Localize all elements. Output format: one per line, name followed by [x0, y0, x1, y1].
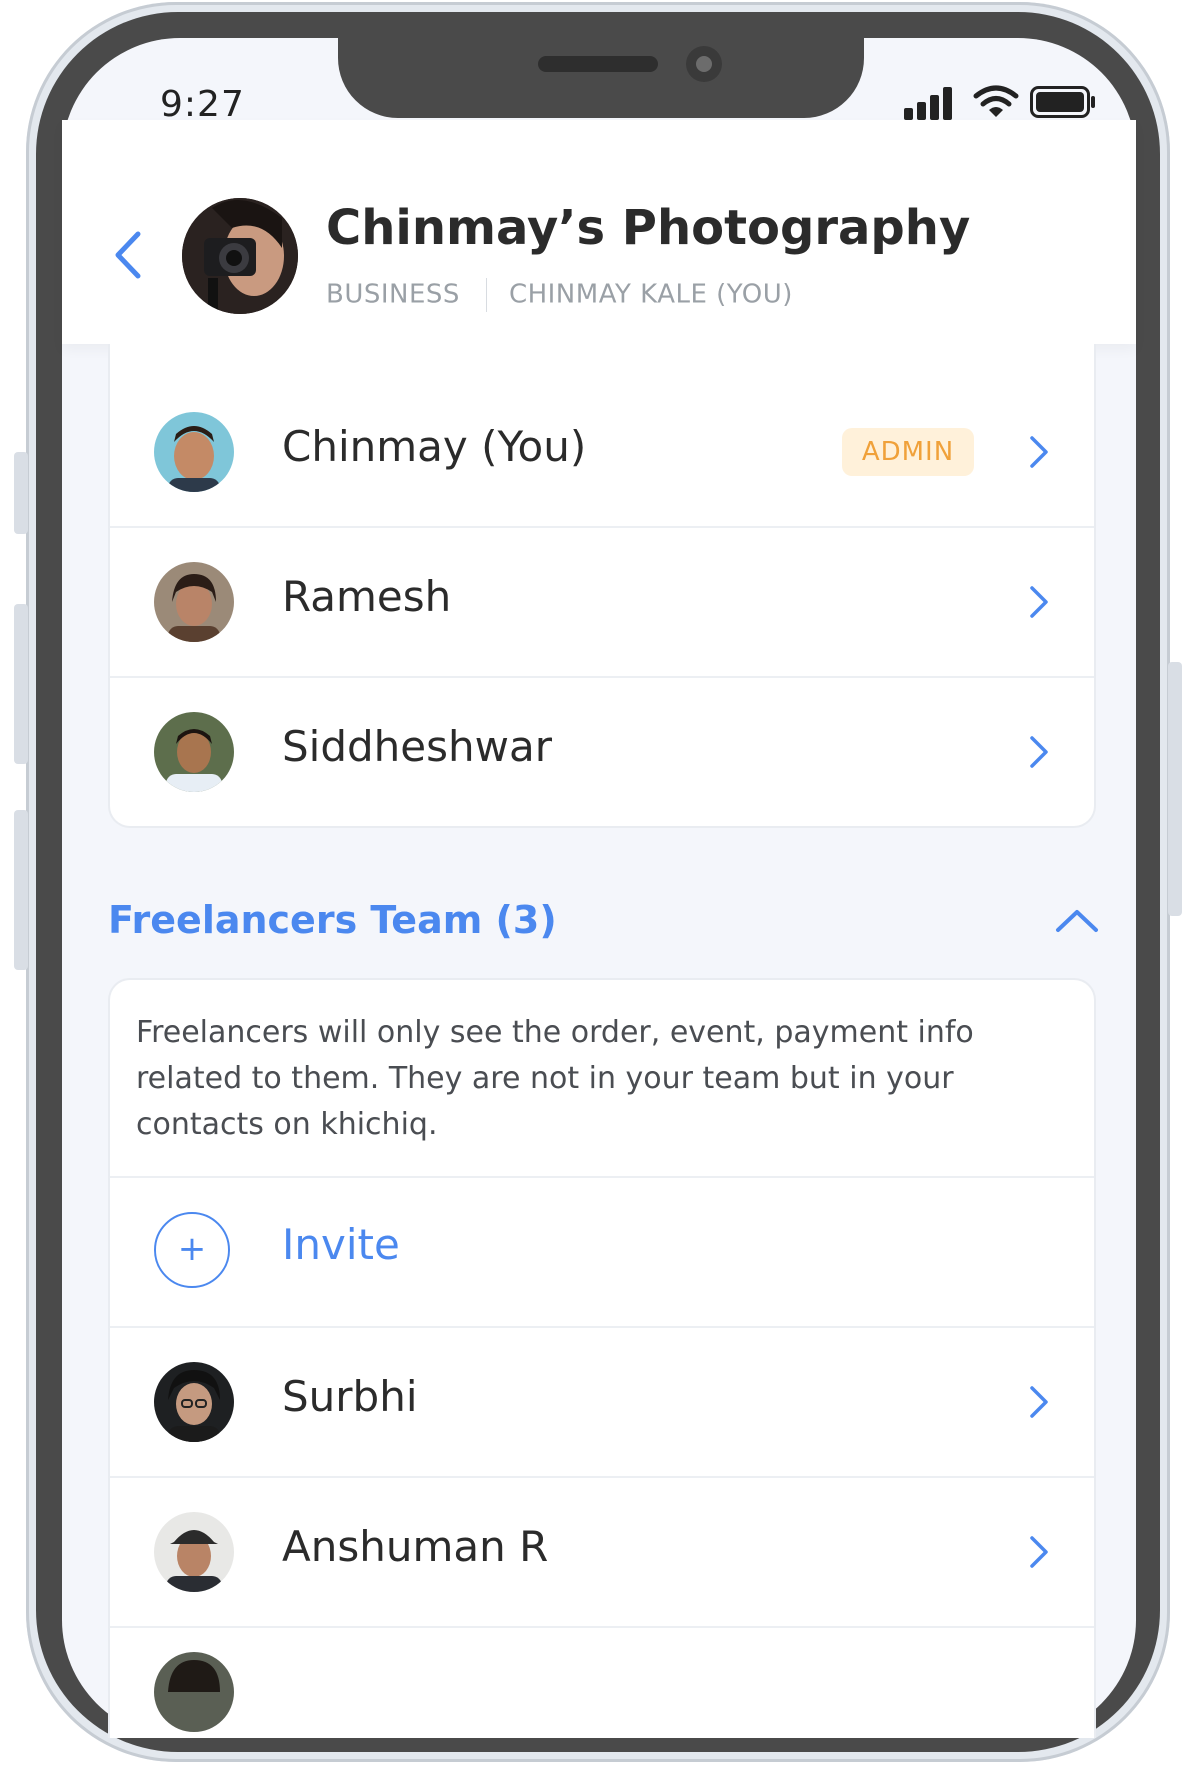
- invite-row[interactable]: + Invite: [110, 1176, 1094, 1328]
- invite-label: Invite: [282, 1220, 400, 1269]
- notch: [338, 36, 864, 118]
- freelancer-name: Anshuman R: [282, 1522, 549, 1571]
- subtitle-divider: [485, 278, 487, 312]
- volume-up-button: [14, 604, 28, 764]
- member-row[interactable]: Siddheshwar: [110, 676, 1094, 826]
- chevron-right-icon: [1030, 586, 1048, 618]
- avatar: [154, 1362, 234, 1442]
- back-icon[interactable]: [110, 230, 146, 280]
- plus-icon: +: [154, 1212, 230, 1288]
- battery-icon: [1030, 86, 1095, 118]
- admin-badge: ADMIN: [842, 428, 974, 476]
- wifi-icon: [973, 85, 1019, 117]
- front-camera: [686, 46, 722, 82]
- member-row[interactable]: Chinmay (You) ADMIN: [110, 376, 1094, 528]
- freelancer-row[interactable]: Anshuman R: [110, 1476, 1094, 1628]
- business-avatar[interactable]: [182, 198, 298, 314]
- signal-icon: [904, 86, 960, 120]
- freelancers-info-text: Freelancers will only see the order, eve…: [136, 1015, 974, 1142]
- avatar: [154, 1652, 234, 1732]
- chevron-up-icon[interactable]: [1054, 906, 1100, 934]
- member-name: Ramesh: [282, 572, 452, 621]
- chevron-right-icon: [1030, 436, 1048, 468]
- chevron-right-icon: [1030, 1536, 1048, 1568]
- status-time: 9:27: [160, 84, 245, 125]
- business-title: Chinmay’s Photography: [326, 200, 971, 256]
- freelancers-card: Freelancers will only see the order, eve…: [108, 978, 1096, 1738]
- team-members-card: Chinmay (You) ADMIN Ramesh Siddheshwar: [108, 344, 1096, 828]
- avatar: [154, 412, 234, 492]
- power-button: [1168, 662, 1182, 916]
- freelancers-info: Freelancers will only see the order, eve…: [110, 980, 1094, 1178]
- freelancer-row[interactable]: Surbhi: [110, 1326, 1094, 1478]
- speaker: [538, 56, 658, 72]
- member-row[interactable]: Ramesh: [110, 526, 1094, 678]
- member-name: Chinmay (You): [282, 422, 587, 471]
- freelancer-row[interactable]: [110, 1626, 1094, 1776]
- business-subtitle: BUSINESS CHINMAY KALE (YOU): [326, 278, 793, 312]
- freelancer-name: Surbhi: [282, 1372, 418, 1421]
- mute-switch: [14, 452, 28, 534]
- freelancers-section-title[interactable]: Freelancers Team (3): [108, 898, 557, 942]
- owner-label: CHINMAY KALE (YOU): [508, 279, 793, 310]
- business-type-label: BUSINESS: [326, 279, 460, 310]
- avatar: [154, 712, 234, 792]
- chevron-right-icon: [1030, 736, 1048, 768]
- avatar: [154, 1512, 234, 1592]
- avatar: [154, 562, 234, 642]
- member-name: Siddheshwar: [282, 722, 552, 771]
- volume-down-button: [14, 810, 28, 970]
- chevron-right-icon: [1030, 1386, 1048, 1418]
